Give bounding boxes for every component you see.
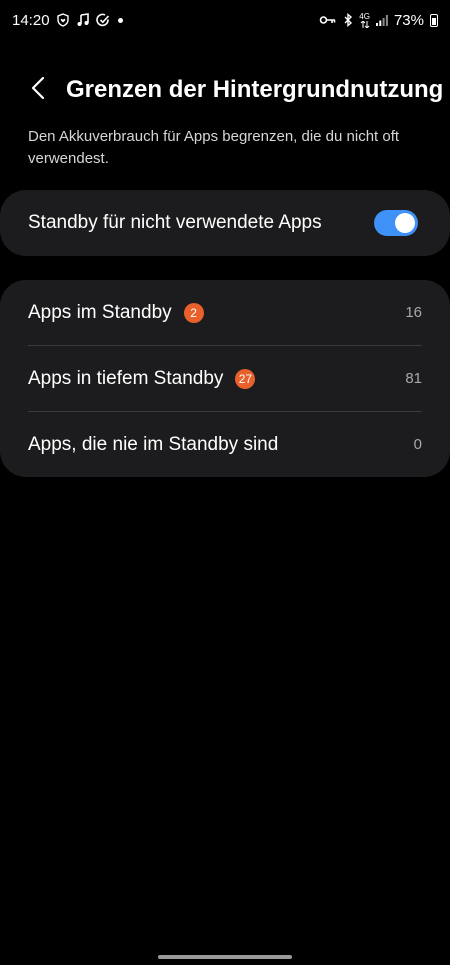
app-header: Grenzen der Hintergrundnutzung (0, 68, 450, 112)
bluetooth-icon (343, 13, 353, 27)
list-item-apps-deep-standby[interactable]: Apps in tiefem Standby 27 81 (0, 346, 450, 411)
key-icon (319, 14, 337, 26)
screen: 14:20 4G 73% Grenzen der Hintergrundnutz… (0, 0, 450, 965)
battery-percent: 73% (393, 11, 424, 29)
page-title: Grenzen der Hintergrundnutzung (66, 76, 444, 103)
network-label: 4G (359, 11, 370, 21)
list-item-count: 16 (405, 304, 422, 321)
standby-toggle-card[interactable]: Standby für nicht verwendete Apps (0, 190, 450, 256)
list-item-label: Apps in tiefem Standby (28, 367, 224, 389)
page-description: Den Akkuverbrauch für Apps begrenzen, di… (28, 128, 400, 167)
signal-icon (375, 14, 388, 26)
status-right: 4G 73% (319, 12, 438, 29)
standby-toggle-switch[interactable] (374, 210, 418, 236)
count-badge: 27 (235, 368, 256, 389)
list-item-count: 0 (413, 436, 422, 453)
home-indicator[interactable] (158, 955, 292, 959)
notification-dot-icon (117, 17, 123, 23)
switch-knob (395, 213, 415, 233)
battery-icon (430, 13, 438, 27)
shield-heart-icon (56, 13, 70, 27)
standby-toggle-label: Standby für nicht verwendete Apps (28, 212, 322, 233)
count-badge: 2 (183, 302, 204, 323)
status-bar: 14:20 4G 73% (0, 0, 450, 40)
back-button[interactable] (16, 68, 60, 112)
list-item-apps-standby[interactable]: Apps im Standby 2 16 (0, 280, 450, 345)
list-item-label: Apps im Standby (28, 301, 172, 323)
list-item-label: Apps, die nie im Standby sind (28, 433, 279, 455)
status-time: 14:20 (12, 11, 50, 29)
list-item-apps-never-standby[interactable]: Apps, die nie im Standby sind 0 (0, 412, 450, 477)
status-left: 14:20 (12, 12, 123, 29)
network-4g-icon: 4G (359, 11, 370, 28)
list-item-count: 81 (405, 370, 422, 387)
chevron-left-icon (31, 76, 45, 105)
music-note-icon (76, 13, 90, 27)
check-circle-icon (95, 13, 110, 27)
standby-apps-list: Apps im Standby 2 16 Apps in tiefem Stan… (0, 280, 450, 477)
